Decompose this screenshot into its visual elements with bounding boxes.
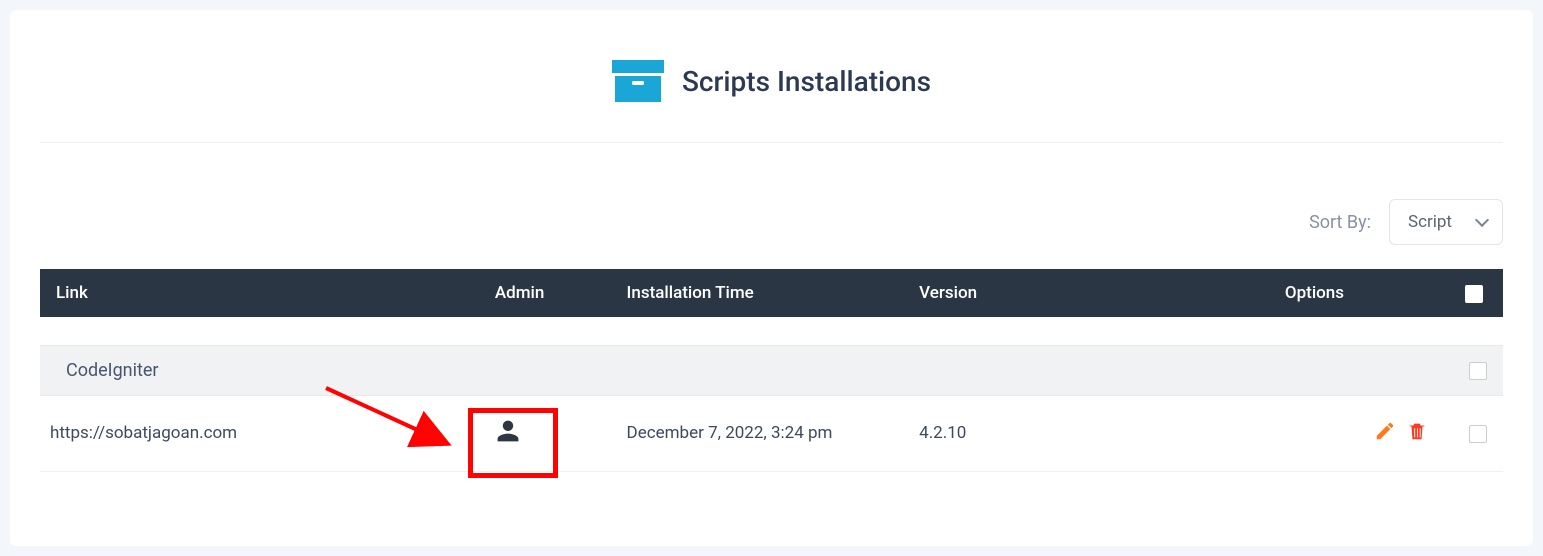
sort-by-label: Sort By:: [1309, 212, 1371, 233]
page-title: Scripts Installations: [682, 65, 931, 98]
row-options: [1269, 395, 1445, 471]
group-checkbox[interactable]: [1469, 362, 1487, 380]
col-header-version: Version: [903, 269, 1269, 317]
install-version: 4.2.10: [903, 395, 1269, 471]
col-header-time: Installation Time: [611, 269, 904, 317]
table-header-row: Link Admin Installation Time Version Opt…: [40, 269, 1503, 317]
table-row: https://sobatjagoan.com December 7, 2022…: [40, 395, 1503, 471]
col-header-link: Link: [40, 269, 479, 317]
row-checkbox[interactable]: [1469, 425, 1487, 443]
sort-select-wrap: Script: [1389, 199, 1503, 245]
page-header: Scripts Installations: [40, 30, 1503, 143]
col-header-options: Options: [1269, 269, 1445, 317]
delete-icon[interactable]: [1406, 420, 1428, 442]
col-header-admin: Admin: [479, 269, 611, 317]
sort-select[interactable]: Script: [1389, 199, 1503, 245]
select-all-checkbox[interactable]: [1465, 285, 1483, 303]
archive-icon: [612, 60, 664, 102]
script-group-row: CodeIgniter: [40, 345, 1503, 395]
col-header-checkbox: [1444, 269, 1503, 317]
install-link[interactable]: https://sobatjagoan.com: [40, 395, 479, 471]
sort-toolbar: Sort By: Script: [40, 143, 1503, 269]
admin-user-icon[interactable]: [495, 429, 521, 449]
scripts-installations-panel: Scripts Installations Sort By: Script Li…: [10, 10, 1533, 546]
spacer-row: [40, 317, 1503, 345]
script-group-name: CodeIgniter: [40, 345, 1444, 395]
install-time: December 7, 2022, 3:24 pm: [611, 395, 904, 471]
edit-icon[interactable]: [1374, 420, 1396, 442]
installations-table: Link Admin Installation Time Version Opt…: [40, 269, 1503, 472]
